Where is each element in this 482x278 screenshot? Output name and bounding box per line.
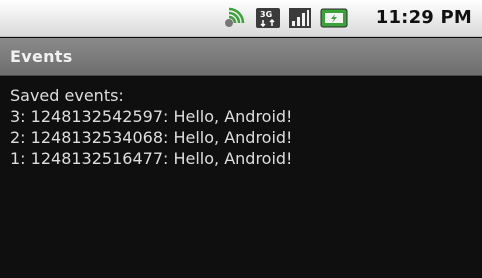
list-item: 2: 1248132534068: Hello, Android! <box>10 128 293 147</box>
svg-text:3G: 3G <box>260 10 272 19</box>
list-item: 1: 1248132516477: Hello, Android! <box>10 149 293 168</box>
signal-icon <box>289 8 311 28</box>
saved-events-heading: Saved events: <box>10 86 124 105</box>
battery-icon <box>320 8 348 28</box>
title-bar: Events <box>0 38 482 76</box>
event-list: Saved events: 3: 1248132542597: Hello, A… <box>0 77 482 278</box>
status-time: 11:29 PM <box>375 7 472 28</box>
page-title: Events <box>10 47 73 66</box>
list-item: 3: 1248132542597: Hello, Android! <box>10 107 293 126</box>
3g-icon: 3G <box>256 8 280 28</box>
status-bar: 3G 11:29 PM <box>0 0 482 37</box>
android-screen: 3G 11:29 PM Events Saved events: 3: 1248… <box>0 0 482 278</box>
sync-icon <box>225 7 245 27</box>
